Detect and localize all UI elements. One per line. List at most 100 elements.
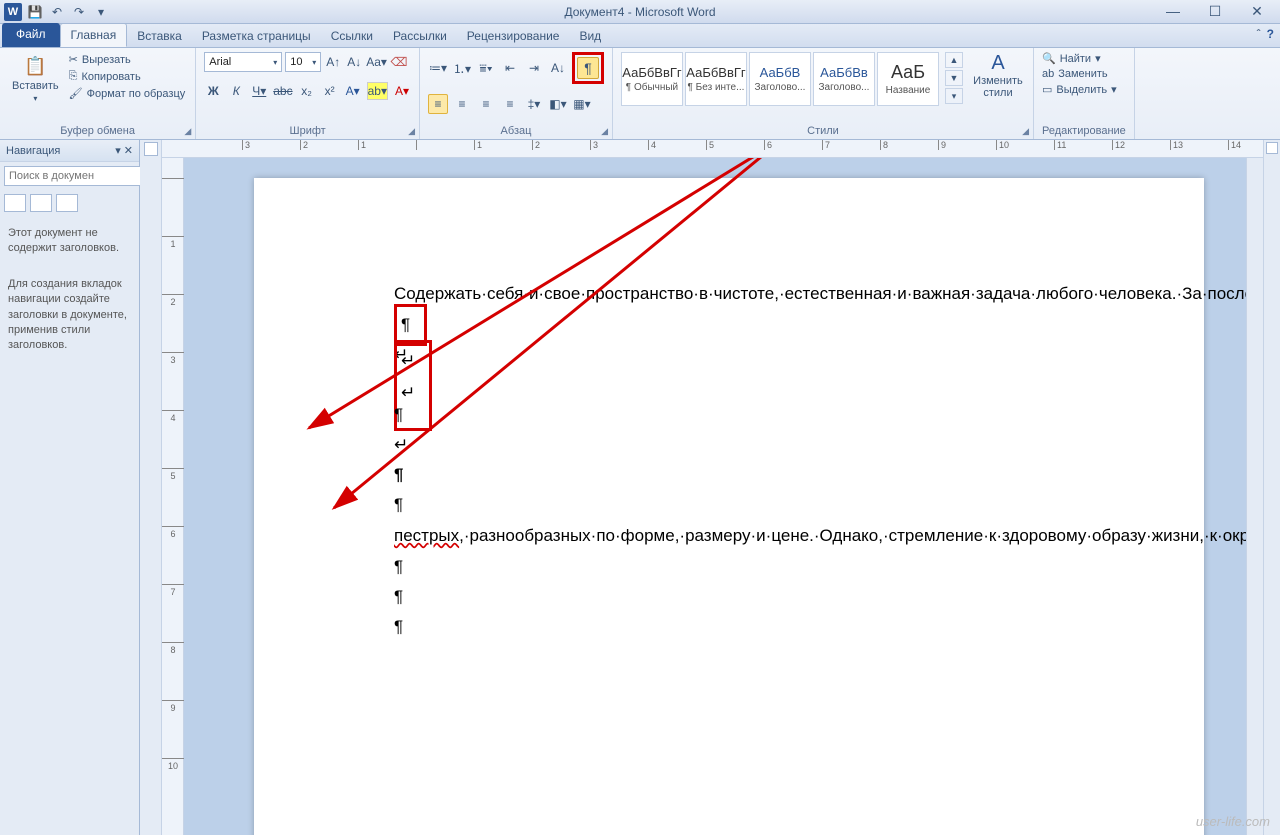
tab-references[interactable]: Ссылки xyxy=(321,25,383,47)
tab-review[interactable]: Рецензирование xyxy=(457,25,570,47)
tab-home[interactable]: Главная xyxy=(60,23,128,47)
underline-button[interactable]: Ч▾ xyxy=(250,82,268,100)
nav-dropdown-icon[interactable]: ▾ xyxy=(115,145,121,157)
qat-dropdown-icon[interactable]: ▾ xyxy=(92,3,110,21)
tab-mailings[interactable]: Рассылки xyxy=(383,25,457,47)
group-paragraph: ≔▾ ⒈▾ ⩸▾ ⇤ ⇥ A↓ ¶ ≡ ≡ ≡ ≡ ‡▾ ◧▾ ▦▾ Абзац… xyxy=(420,48,613,139)
nav-search-input[interactable] xyxy=(4,166,156,186)
style-normal[interactable]: АаБбВвГг¶ Обычный xyxy=(621,52,683,106)
page: Содержать·себя·и·свое·пространство·в·чис… xyxy=(254,178,1204,835)
align-left-button[interactable]: ≡ xyxy=(428,94,448,114)
grow-font-button[interactable]: A↑ xyxy=(324,53,342,71)
nav-msg1: Этот документ не содержит заголовков. xyxy=(0,216,139,267)
nav-close-icon[interactable]: ✕ xyxy=(124,145,133,157)
sort-button[interactable]: A↓ xyxy=(548,58,568,78)
doc-return-1: ↵ xyxy=(394,340,1064,370)
style-title[interactable]: АаБНазвание xyxy=(877,52,939,106)
styles-scroll-down[interactable]: ▼ xyxy=(945,70,963,86)
workspace: Навигация ▾ ✕ 🔍 Этот документ не содержи… xyxy=(0,140,1280,835)
tab-selector[interactable] xyxy=(144,142,158,156)
tab-file[interactable]: Файл xyxy=(2,23,60,47)
increase-indent-button[interactable]: ⇥ xyxy=(524,58,544,78)
subscript-button[interactable]: x₂ xyxy=(298,82,316,100)
group-editing: 🔍Найти ▾ abЗаменить ▭Выделить ▾ Редактир… xyxy=(1034,48,1135,139)
shading-button[interactable]: ◧▾ xyxy=(548,94,568,114)
clear-format-button[interactable]: ⌫ xyxy=(390,53,408,71)
font-name-combo[interactable]: Arial▾ xyxy=(204,52,282,72)
shrink-font-button[interactable]: A↓ xyxy=(345,53,363,71)
style-heading1[interactable]: АаБбВЗаголово... xyxy=(749,52,811,106)
group-clipboard: 📋 Вставить ▾ ✂Вырезать ⎘Копировать 🖌Форм… xyxy=(0,48,196,139)
ruler-toggle-bar xyxy=(1263,140,1280,835)
ribbon-tabs: Файл Главная Вставка Разметка страницы С… xyxy=(0,24,1280,48)
undo-icon[interactable]: ↶ xyxy=(48,3,66,21)
redo-icon[interactable]: ↷ xyxy=(70,3,88,21)
clipboard-label: Буфер обмена xyxy=(60,125,135,137)
style-heading2[interactable]: АаБбВвЗаголово... xyxy=(813,52,875,106)
bold-button[interactable]: Ж xyxy=(204,82,222,100)
replace-button[interactable]: abЗаменить xyxy=(1042,68,1117,80)
nav-view-headings[interactable] xyxy=(4,194,26,212)
nav-view-pages[interactable] xyxy=(30,194,52,212)
font-size-combo[interactable]: 10▾ xyxy=(285,52,321,72)
cut-icon: ✂ xyxy=(69,53,78,66)
format-painter-button[interactable]: 🖌Формат по образцу xyxy=(67,86,188,101)
line-spacing-button[interactable]: ‡▾ xyxy=(524,94,544,114)
group-font: Arial▾ 10▾ A↑ A↓ Aa▾ ⌫ Ж К Ч▾ abc x₂ x² … xyxy=(196,48,420,139)
decrease-indent-button[interactable]: ⇤ xyxy=(500,58,520,78)
copy-button[interactable]: ⎘Копировать xyxy=(67,69,188,84)
styles-label: Стили xyxy=(807,125,839,137)
font-label: Шрифт xyxy=(290,125,326,137)
italic-button[interactable]: К xyxy=(227,82,245,100)
window-controls: — ☐ ✕ xyxy=(1158,3,1280,20)
close-button[interactable]: ✕ xyxy=(1242,3,1272,20)
help-icon[interactable]: ? xyxy=(1267,27,1274,41)
tab-insert[interactable]: Вставка xyxy=(127,25,192,47)
highlight-button[interactable]: ab▾ xyxy=(367,82,388,100)
align-right-button[interactable]: ≡ xyxy=(476,94,496,114)
borders-button[interactable]: ▦▾ xyxy=(572,94,592,114)
vertical-ruler[interactable]: 12345678910 xyxy=(162,158,184,835)
change-styles-button[interactable]: A Изменить стили xyxy=(971,52,1025,99)
word-icon[interactable]: W xyxy=(4,3,22,21)
clipboard-dialog-icon[interactable]: ◢ xyxy=(184,126,191,137)
window-title: Документ4 - Microsoft Word xyxy=(564,5,715,19)
font-dialog-icon[interactable]: ◢ xyxy=(408,126,415,137)
nav-view-results[interactable] xyxy=(56,194,78,212)
select-button[interactable]: ▭Выделить ▾ xyxy=(1042,83,1117,96)
change-case-button[interactable]: Aa▾ xyxy=(366,53,387,71)
styles-scroll-up[interactable]: ▲ xyxy=(945,52,963,68)
styles-expand[interactable]: ▾ xyxy=(945,88,963,104)
horizontal-ruler[interactable]: 3211234567891011121314151617 xyxy=(162,140,1263,158)
font-color-button[interactable]: A▾ xyxy=(393,82,411,100)
strike-button[interactable]: abc xyxy=(273,82,292,100)
tab-page-layout[interactable]: Разметка страницы xyxy=(192,25,321,47)
align-center-button[interactable]: ≡ xyxy=(452,94,472,114)
justify-button[interactable]: ≡ xyxy=(500,94,520,114)
doc-pil-4: ¶ xyxy=(394,490,1064,520)
document-content[interactable]: Содержать·себя·и·свое·пространство·в·чис… xyxy=(394,278,1064,643)
page-scroll[interactable]: Содержать·себя·и·свое·пространство·в·чис… xyxy=(184,158,1246,835)
show-hide-button[interactable]: ¶ xyxy=(577,57,599,79)
style-no-spacing[interactable]: АаБбВвГг¶ Без инте... xyxy=(685,52,747,106)
minimize-ribbon-icon[interactable]: ˆ xyxy=(1257,27,1261,41)
paragraph-dialog-icon[interactable]: ◢ xyxy=(601,126,608,137)
bullets-button[interactable]: ≔▾ xyxy=(428,58,448,78)
styles-dialog-icon[interactable]: ◢ xyxy=(1022,126,1029,137)
brush-icon: 🖌 xyxy=(69,87,83,100)
paste-button[interactable]: 📋 Вставить ▾ xyxy=(8,52,63,105)
maximize-button[interactable]: ☐ xyxy=(1200,3,1230,20)
minimize-button[interactable]: — xyxy=(1158,3,1188,20)
numbering-button[interactable]: ⒈▾ xyxy=(452,58,472,78)
cut-button[interactable]: ✂Вырезать xyxy=(67,52,188,67)
save-icon[interactable]: 💾 xyxy=(26,3,44,21)
multilevel-button[interactable]: ⩸▾ xyxy=(476,58,496,78)
find-button[interactable]: 🔍Найти ▾ xyxy=(1042,52,1117,65)
superscript-button[interactable]: x² xyxy=(321,82,339,100)
text-effects-button[interactable]: A▾ xyxy=(344,82,362,100)
document-area: 3211234567891011121314151617 12345678910… xyxy=(162,140,1263,835)
tab-view[interactable]: Вид xyxy=(569,25,611,47)
vertical-scrollbar[interactable] xyxy=(1246,158,1263,835)
ruler-toggle[interactable] xyxy=(1266,142,1278,154)
doc-pil-3: ¶ xyxy=(394,460,1064,490)
